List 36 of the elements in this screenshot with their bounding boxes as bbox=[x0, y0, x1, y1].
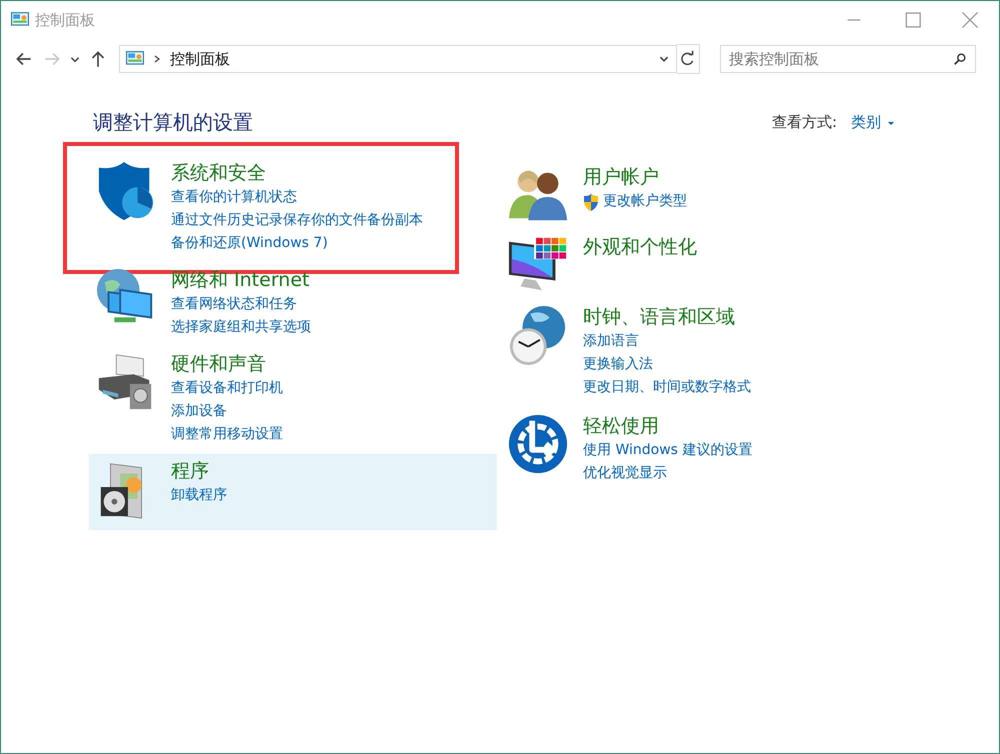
view-by-label: 查看方式: bbox=[772, 113, 837, 132]
page-heading: 调整计算机的设置 bbox=[93, 109, 253, 136]
shield-icon bbox=[583, 192, 599, 210]
task-link[interactable]: 更改日期、时间或数字格式 bbox=[583, 376, 751, 399]
category-link[interactable]: 用户帐户 bbox=[583, 164, 687, 190]
category-link[interactable]: 程序 bbox=[171, 458, 227, 484]
task-link[interactable]: 调整常用移动设置 bbox=[171, 423, 283, 446]
task-link[interactable]: 添加设备 bbox=[171, 400, 227, 423]
task-link[interactable]: 更换输入法 bbox=[583, 353, 653, 376]
search-field[interactable]: 搜索控制面板 bbox=[720, 45, 976, 73]
search-icon[interactable] bbox=[953, 52, 967, 66]
window-title: 控制面板 bbox=[35, 10, 95, 30]
task-link[interactable]: 通过文件历史记录保存你的文件备份副本 bbox=[171, 209, 423, 232]
task-link[interactable]: 优化视觉显示 bbox=[583, 462, 667, 485]
task-link[interactable]: 查看设备和打印机 bbox=[171, 377, 283, 400]
category-link[interactable]: 轻松使用 bbox=[583, 413, 752, 439]
task-link[interactable]: 查看网络状态和任务 bbox=[171, 293, 297, 316]
category-link[interactable]: 系统和安全 bbox=[171, 160, 423, 186]
view-by-dropdown[interactable]: 类别 bbox=[851, 113, 895, 132]
task-link[interactable]: 使用 Windows 建议的设置 bbox=[583, 439, 752, 462]
task-link[interactable]: 更改帐户类型 bbox=[603, 190, 687, 213]
task-link[interactable]: 备份和还原(Windows 7) bbox=[171, 232, 328, 255]
task-link[interactable]: 选择家庭组和共享选项 bbox=[171, 316, 311, 339]
refresh-icon[interactable] bbox=[677, 44, 700, 74]
chevron-icon[interactable] bbox=[152, 54, 162, 64]
category-link[interactable]: 网络和 Internet bbox=[171, 267, 311, 293]
task-link[interactable]: 添加语言 bbox=[583, 330, 639, 353]
accessibility-icon[interactable] bbox=[507, 413, 569, 475]
control-panel-icon bbox=[126, 51, 144, 67]
address-field[interactable]: 控制面板 bbox=[119, 45, 677, 73]
control-panel-icon bbox=[11, 12, 29, 28]
category-link[interactable]: 时钟、语言和区域 bbox=[583, 304, 751, 330]
task-link[interactable]: 卸载程序 bbox=[171, 484, 227, 507]
category-link[interactable]: 硬件和声音 bbox=[171, 351, 283, 377]
category-link[interactable]: 外观和个性化 bbox=[583, 234, 697, 260]
task-link[interactable]: 查看你的计算机状态 bbox=[171, 186, 297, 209]
